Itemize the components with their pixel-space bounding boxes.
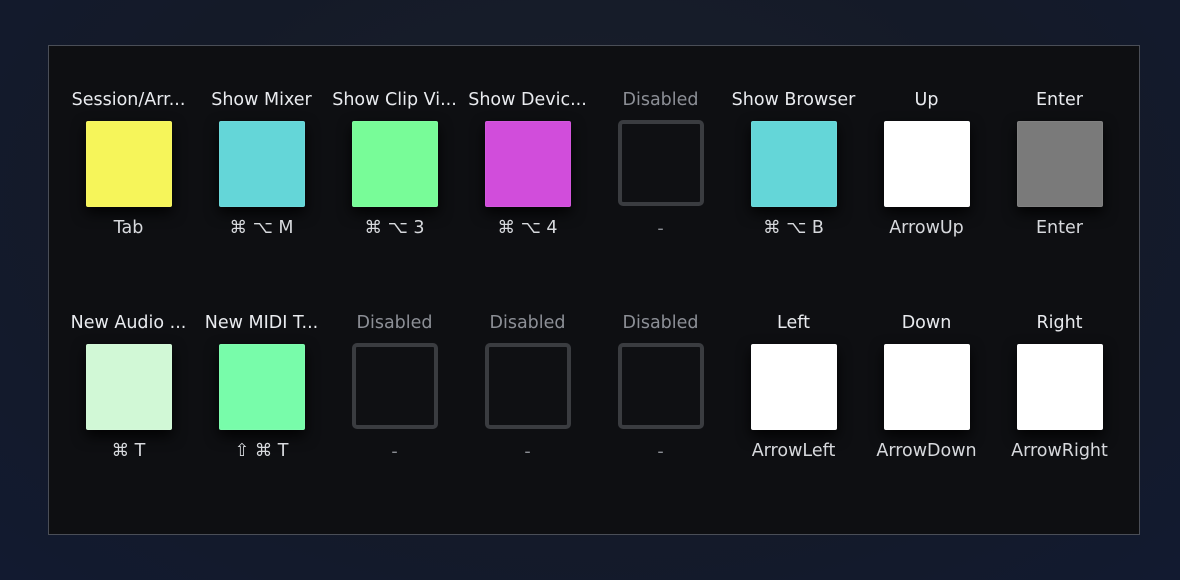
pad-shortcut: ⌘ ⌥ 3 [364,218,425,238]
pad-cell: Enter Enter [993,89,1126,240]
pad-label: Disabled [622,313,699,333]
pad-label: Up [914,90,939,110]
pad-shortcut: ⇧ ⌘ T [234,441,289,461]
pad-cell: Disabled - [594,89,727,240]
pad-label: Show Devic... [468,90,587,110]
pad-cell: Disabled - [328,312,461,463]
pad-label: Show Clip Vi... [332,90,457,110]
pad-button[interactable] [883,121,970,207]
pad-row-2: New Audio ... ⌘ T New MIDI T... ⇧ ⌘ T Disabl… [62,312,1126,463]
pad-label: Enter [1036,90,1083,110]
pad-button[interactable] [351,121,438,207]
pad-shortcut: ArrowRight [1011,441,1108,461]
pad-shortcut: ArrowLeft [751,441,836,461]
pad-button[interactable] [1016,121,1103,207]
pad-shortcut: ⌘ ⌥ 4 [497,218,558,238]
pad-button-disabled[interactable] [617,120,704,206]
pad-button[interactable] [484,121,571,207]
pad-cell: Show Devic... ⌘ ⌥ 4 [461,89,594,240]
pad-cell: Session/Arr... Tab [62,89,195,240]
pad-cell: Down ArrowDown [860,312,993,463]
pad-button[interactable] [85,344,172,430]
pad-label: Right [1036,313,1083,333]
pad-shortcut: - [657,219,664,239]
pad-shortcut: ⌘ T [111,441,146,461]
pad-shortcut: Tab [113,218,144,238]
pad-button[interactable] [218,121,305,207]
pad-cell: Show Mixer ⌘ ⌥ M [195,89,328,240]
pad-label: Disabled [622,90,699,110]
pad-label: Left [777,313,810,333]
pad-cell: Right ArrowRight [993,312,1126,463]
pad-label: Down [901,313,952,333]
pad-label: Disabled [489,313,566,333]
pad-button-disabled[interactable] [617,343,704,429]
pad-button[interactable] [750,121,837,207]
pad-label: Show Browser [731,90,856,110]
pad-label: New MIDI T... [204,313,319,333]
pad-label: New Audio ... [70,313,187,333]
pad-label: Disabled [356,313,433,333]
pad-shortcut: ⌘ ⌥ B [763,218,824,238]
pad-cell: Show Browser ⌘ ⌥ B [727,89,860,240]
pad-button[interactable] [750,344,837,430]
pad-shortcut: ArrowDown [876,441,977,461]
pad-button[interactable] [85,121,172,207]
pad-button-disabled[interactable] [484,343,571,429]
pad-shortcut: ⌘ ⌥ M [229,218,294,238]
pad-label: Show Mixer [211,90,312,110]
pad-cell: Left ArrowLeft [727,312,860,463]
pad-cell: New MIDI T... ⇧ ⌘ T [195,312,328,463]
pad-label: Session/Arr... [71,90,186,110]
pad-cell: Up ArrowUp [860,89,993,240]
pad-row-1: Session/Arr... Tab Show Mixer ⌘ ⌥ M Show Cli… [62,89,1126,240]
pad-button-disabled[interactable] [351,343,438,429]
pad-cell: Disabled - [461,312,594,463]
pad-cell: Disabled - [594,312,727,463]
pad-button[interactable] [1016,344,1103,430]
pad-cell: New Audio ... ⌘ T [62,312,195,463]
pad-shortcut: Enter [1036,218,1083,238]
pad-button[interactable] [883,344,970,430]
pad-shortcut: ArrowUp [889,218,964,238]
pad-shortcut: - [657,442,664,462]
pad-button[interactable] [218,344,305,430]
pad-shortcut: - [524,442,531,462]
pad-shortcut: - [391,442,398,462]
pad-cell: Show Clip Vi... ⌘ ⌥ 3 [328,89,461,240]
